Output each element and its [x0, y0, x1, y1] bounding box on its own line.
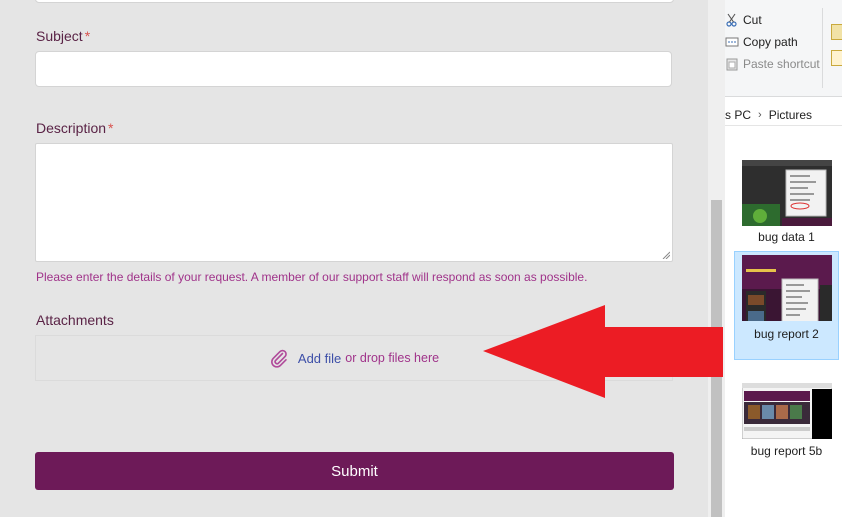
scissors-icon — [725, 13, 739, 27]
image-thumbnail — [741, 160, 832, 226]
properties-icon[interactable] — [831, 50, 842, 66]
resize-grip-icon[interactable] — [662, 251, 670, 259]
image-thumbnail — [741, 383, 832, 439]
support-form: Subject * Description * Please enter the d… — [0, 0, 708, 517]
cut-button[interactable]: Cut — [725, 10, 762, 30]
explorer-ribbon: Cut Copy path Paste shortcut — [725, 0, 842, 97]
description-label-text: Description — [36, 120, 107, 136]
breadcrumb-pictures[interactable]: Pictures — [769, 108, 812, 122]
description-label: Description * — [36, 120, 113, 136]
submit-button[interactable]: Submit — [35, 452, 674, 490]
new-folder-icon[interactable] — [831, 24, 842, 40]
paste-shortcut-label: Paste shortcut — [743, 57, 820, 71]
file-explorer-window: Cut Copy path Paste shortcut s PC › Pict… — [725, 0, 842, 517]
drop-files-text: or drop files here — [345, 351, 440, 365]
file-item[interactable]: bug report 5b — [735, 383, 838, 458]
breadcrumb-this-pc[interactable]: s PC — [725, 108, 751, 122]
subject-label-text: Subject — [36, 28, 83, 44]
description-textarea[interactable] — [35, 143, 673, 262]
page-scrollbar[interactable] — [708, 0, 725, 517]
file-item[interactable]: bug data 1 — [735, 160, 838, 244]
image-thumbnail — [741, 255, 832, 321]
file-name: bug data 1 — [758, 230, 815, 244]
subject-input[interactable] — [35, 51, 672, 87]
breadcrumb-chevron-icon: › — [758, 108, 762, 121]
copy-path-button[interactable]: Copy path — [725, 32, 798, 52]
scrollbar-thumb[interactable] — [711, 200, 722, 517]
ribbon-divider — [822, 8, 823, 88]
file-item-selected[interactable]: bug report 2 — [734, 251, 839, 360]
paperclip-icon — [269, 348, 289, 368]
previous-field-input[interactable] — [35, 0, 674, 3]
attachment-dropzone[interactable]: Add file or drop files here — [35, 335, 673, 381]
file-name: bug report 5b — [750, 444, 823, 458]
copy-path-icon — [725, 35, 739, 49]
copy-path-label: Copy path — [743, 35, 798, 49]
add-file-link[interactable]: Add file — [298, 351, 341, 366]
paste-shortcut-button[interactable]: Paste shortcut — [725, 54, 820, 74]
required-mark: * — [84, 28, 91, 44]
address-bar[interactable]: s PC › Pictures — [725, 104, 842, 126]
description-hint: Please enter the details of your request… — [36, 270, 588, 284]
attachments-label: Attachments — [36, 312, 114, 328]
file-name: bug report 2 — [754, 327, 819, 341]
subject-label: Subject * — [36, 28, 90, 44]
paste-shortcut-icon — [725, 57, 739, 71]
cut-label: Cut — [743, 13, 762, 27]
required-mark: * — [108, 120, 114, 136]
